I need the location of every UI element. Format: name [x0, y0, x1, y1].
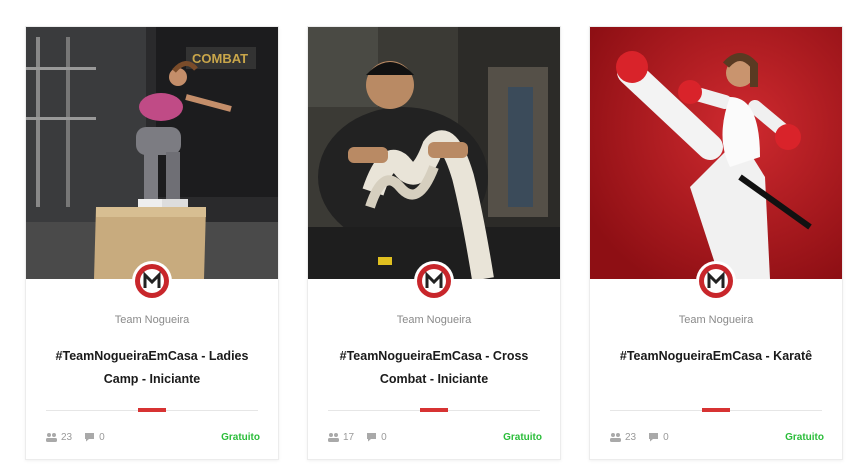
course-title[interactable]: #TeamNogueiraEmCasa - Ladies Camp - Inic… — [40, 345, 264, 391]
course-author: Team Nogueira — [396, 314, 472, 326]
course-stats: 23 0 Gratuito — [46, 429, 260, 445]
course-card[interactable]: Team Nogueira #TeamNogueiraEmCasa - Cros… — [307, 26, 561, 460]
battle-rope-photo — [308, 27, 560, 279]
students-stat: 17 — [328, 432, 354, 443]
comments-count: 0 — [381, 431, 387, 443]
students-icon — [46, 433, 57, 442]
accent-bar — [138, 408, 166, 412]
students-stat: 23 — [610, 432, 636, 443]
course-author: Team Nogueira — [114, 314, 190, 326]
svg-text:COMBAT: COMBAT — [192, 51, 248, 66]
students-count: 23 — [625, 431, 637, 443]
comments-count: 0 — [663, 431, 669, 443]
course-card[interactable]: Team Nogueira #TeamNogueiraEmCasa - Kara… — [589, 26, 843, 460]
students-icon — [328, 433, 339, 442]
comment-icon — [367, 433, 377, 442]
course-stats: 23 0 Gratuito — [610, 429, 824, 445]
course-price: Gratuito — [221, 431, 260, 443]
team-nogueira-logo — [416, 263, 452, 299]
course-thumbnail[interactable]: COMBAT — [26, 27, 278, 279]
karate-kick-photo — [590, 27, 842, 279]
comment-icon — [85, 433, 95, 442]
box-jump-photo: COMBAT — [26, 27, 278, 279]
comment-icon — [649, 433, 659, 442]
accent-bar — [420, 408, 448, 412]
course-thumbnail[interactable] — [308, 27, 560, 279]
course-stats: 17 0 Gratuito — [328, 429, 542, 445]
students-count: 23 — [61, 431, 73, 443]
course-card[interactable]: COMBAT Team Nogueira #TeamNogueiraEmCasa… — [25, 26, 279, 460]
students-stat: 23 — [46, 432, 72, 443]
comments-stat: 0 — [648, 432, 669, 443]
course-title[interactable]: #TeamNogueiraEmCasa - Cross Combat - Ini… — [322, 345, 546, 391]
team-nogueira-logo — [698, 263, 734, 299]
comments-stat: 0 — [366, 432, 387, 443]
comments-stat: 0 — [84, 432, 105, 443]
course-price: Gratuito — [503, 431, 542, 443]
students-count: 17 — [343, 431, 355, 443]
team-nogueira-logo — [134, 263, 170, 299]
course-author: Team Nogueira — [678, 314, 754, 326]
comments-count: 0 — [99, 431, 105, 443]
course-price: Gratuito — [785, 431, 824, 443]
students-icon — [610, 433, 621, 442]
course-title[interactable]: #TeamNogueiraEmCasa - Karatê — [604, 345, 828, 368]
course-thumbnail[interactable] — [590, 27, 842, 279]
accent-bar — [702, 408, 730, 412]
